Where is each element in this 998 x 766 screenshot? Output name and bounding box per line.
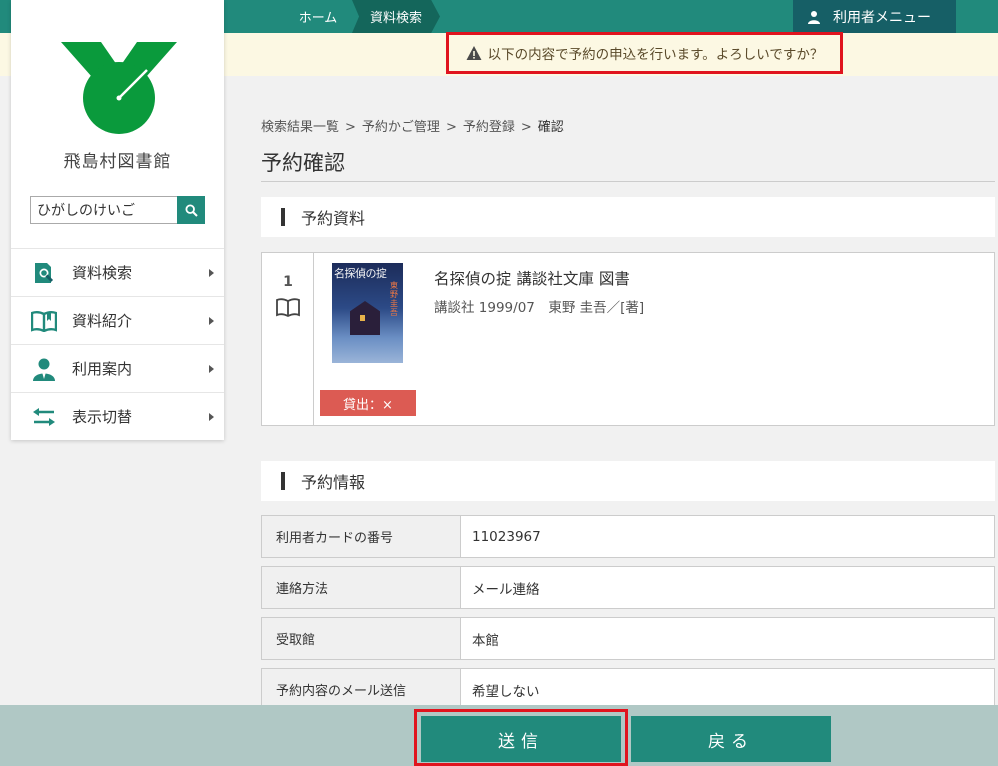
breadcrumb-reservation-cart[interactable]: 予約かご管理 — [362, 120, 440, 135]
page-title: 予約確認 — [261, 151, 345, 175]
swap-arrows-icon — [31, 404, 57, 430]
sidebar-nav: 資料検索 資料紹介 利用案内 表示切替 — [11, 248, 224, 440]
breadcrumb-separator: > — [345, 120, 356, 135]
row-label: 連絡方法 — [262, 567, 461, 608]
table-row: 利用者カードの番号 11023967 — [261, 515, 995, 558]
materials-heading-text: 予約資料 — [301, 209, 366, 228]
send-button[interactable]: 送信 — [421, 716, 621, 762]
search-input[interactable] — [30, 196, 177, 224]
sidebar-item-label: 表示切替 — [72, 408, 133, 426]
user-icon — [808, 10, 820, 24]
material-item-card: 1 名探偵の掟 東野圭吾 名探偵の掟 講談社文庫 図書 講談社 1999/07 … — [261, 252, 995, 426]
back-button[interactable]: 戻る — [631, 716, 831, 762]
cover-title-text: 名探偵の掟 — [334, 267, 387, 280]
warning-icon — [466, 46, 482, 60]
user-menu-label: 利用者メニュー — [833, 9, 931, 26]
row-value: メール連絡 — [472, 581, 540, 598]
nav-home-link[interactable]: ホーム — [283, 0, 353, 33]
breadcrumb-search-results[interactable]: 検索結果一覧 — [261, 120, 339, 135]
document-search-icon — [31, 260, 57, 286]
confirm-alert: 以下の内容で予約の申込を行います。よろしいですか？ — [446, 32, 843, 74]
cover-author-text: 東野圭吾 — [390, 281, 398, 317]
cover-illustration — [350, 301, 380, 335]
breadcrumb-current: 確認 — [537, 120, 564, 135]
title-divider — [261, 181, 995, 182]
sidebar-item-material-search[interactable]: 資料検索 — [11, 248, 224, 296]
person-icon — [31, 356, 57, 382]
row-label: 予約内容のメール送信 — [262, 669, 461, 710]
chevron-right-icon — [209, 269, 214, 277]
sidebar-item-label: 資料検索 — [72, 264, 133, 282]
heading-bar — [281, 208, 285, 226]
table-row: 連絡方法 メール連絡 — [261, 566, 995, 609]
library-logo — [61, 42, 177, 134]
item-title-link[interactable]: 名探偵の掟 講談社文庫 図書 — [434, 267, 630, 289]
cover-illustration-light — [360, 315, 365, 321]
breadcrumb-separator: > — [445, 120, 457, 135]
chevron-right-icon — [209, 413, 214, 421]
search-icon — [184, 203, 198, 217]
sidebar-item-usage-guide[interactable]: 利用案内 — [11, 344, 224, 392]
search-button[interactable] — [177, 196, 205, 224]
chevron-right-icon — [209, 365, 214, 373]
row-value: 11023967 — [472, 528, 541, 545]
row-value: 本館 — [472, 632, 499, 649]
chevron-right-icon — [209, 317, 214, 325]
sidebar-item-material-intro[interactable]: 資料紹介 — [11, 296, 224, 344]
heading-bar — [281, 472, 285, 490]
loan-status-badge: 貸出：× — [320, 390, 416, 416]
user-menu-button[interactable]: 利用者メニュー — [793, 0, 956, 33]
reservation-section-heading: 予約情報 — [261, 461, 995, 501]
row-label: 利用者カードの番号 — [262, 516, 461, 557]
sidebar-item-display-toggle[interactable]: 表示切替 — [11, 392, 224, 440]
sidebar: 飛島村図書館 資料検索 資料紹介 利用案内 — [11, 0, 224, 440]
sidebar-item-label: 利用案内 — [72, 360, 133, 378]
sidebar-search — [30, 196, 205, 224]
book-icon — [276, 298, 300, 317]
row-value: 希望しない — [472, 683, 540, 700]
item-meta: 講談社 1999/07 東野 圭吾／[著] — [434, 300, 645, 316]
nav-search-link[interactable]: 資料検索 — [352, 0, 440, 33]
table-row: 受取館 本館 — [261, 617, 995, 660]
reservation-heading-text: 予約情報 — [301, 473, 366, 492]
open-book-icon — [31, 308, 57, 334]
sidebar-item-label: 資料紹介 — [72, 312, 133, 330]
book-cover-image[interactable]: 名探偵の掟 東野圭吾 — [332, 263, 403, 363]
alert-message: 以下の内容で予約の申込を行います。よろしいですか？ — [487, 47, 824, 63]
breadcrumb-reservation-register[interactable]: 予約登録 — [463, 120, 515, 135]
materials-section-heading: 予約資料 — [261, 197, 995, 237]
library-name: 飛島村図書館 — [63, 152, 172, 172]
breadcrumb-separator: > — [520, 120, 532, 135]
breadcrumb: 検索結果一覧 > 予約かご管理 > 予約登録 > 確認 — [261, 116, 564, 135]
item-number: 1 — [283, 274, 293, 290]
row-label: 受取館 — [262, 618, 461, 659]
item-number-column: 1 — [262, 253, 314, 425]
